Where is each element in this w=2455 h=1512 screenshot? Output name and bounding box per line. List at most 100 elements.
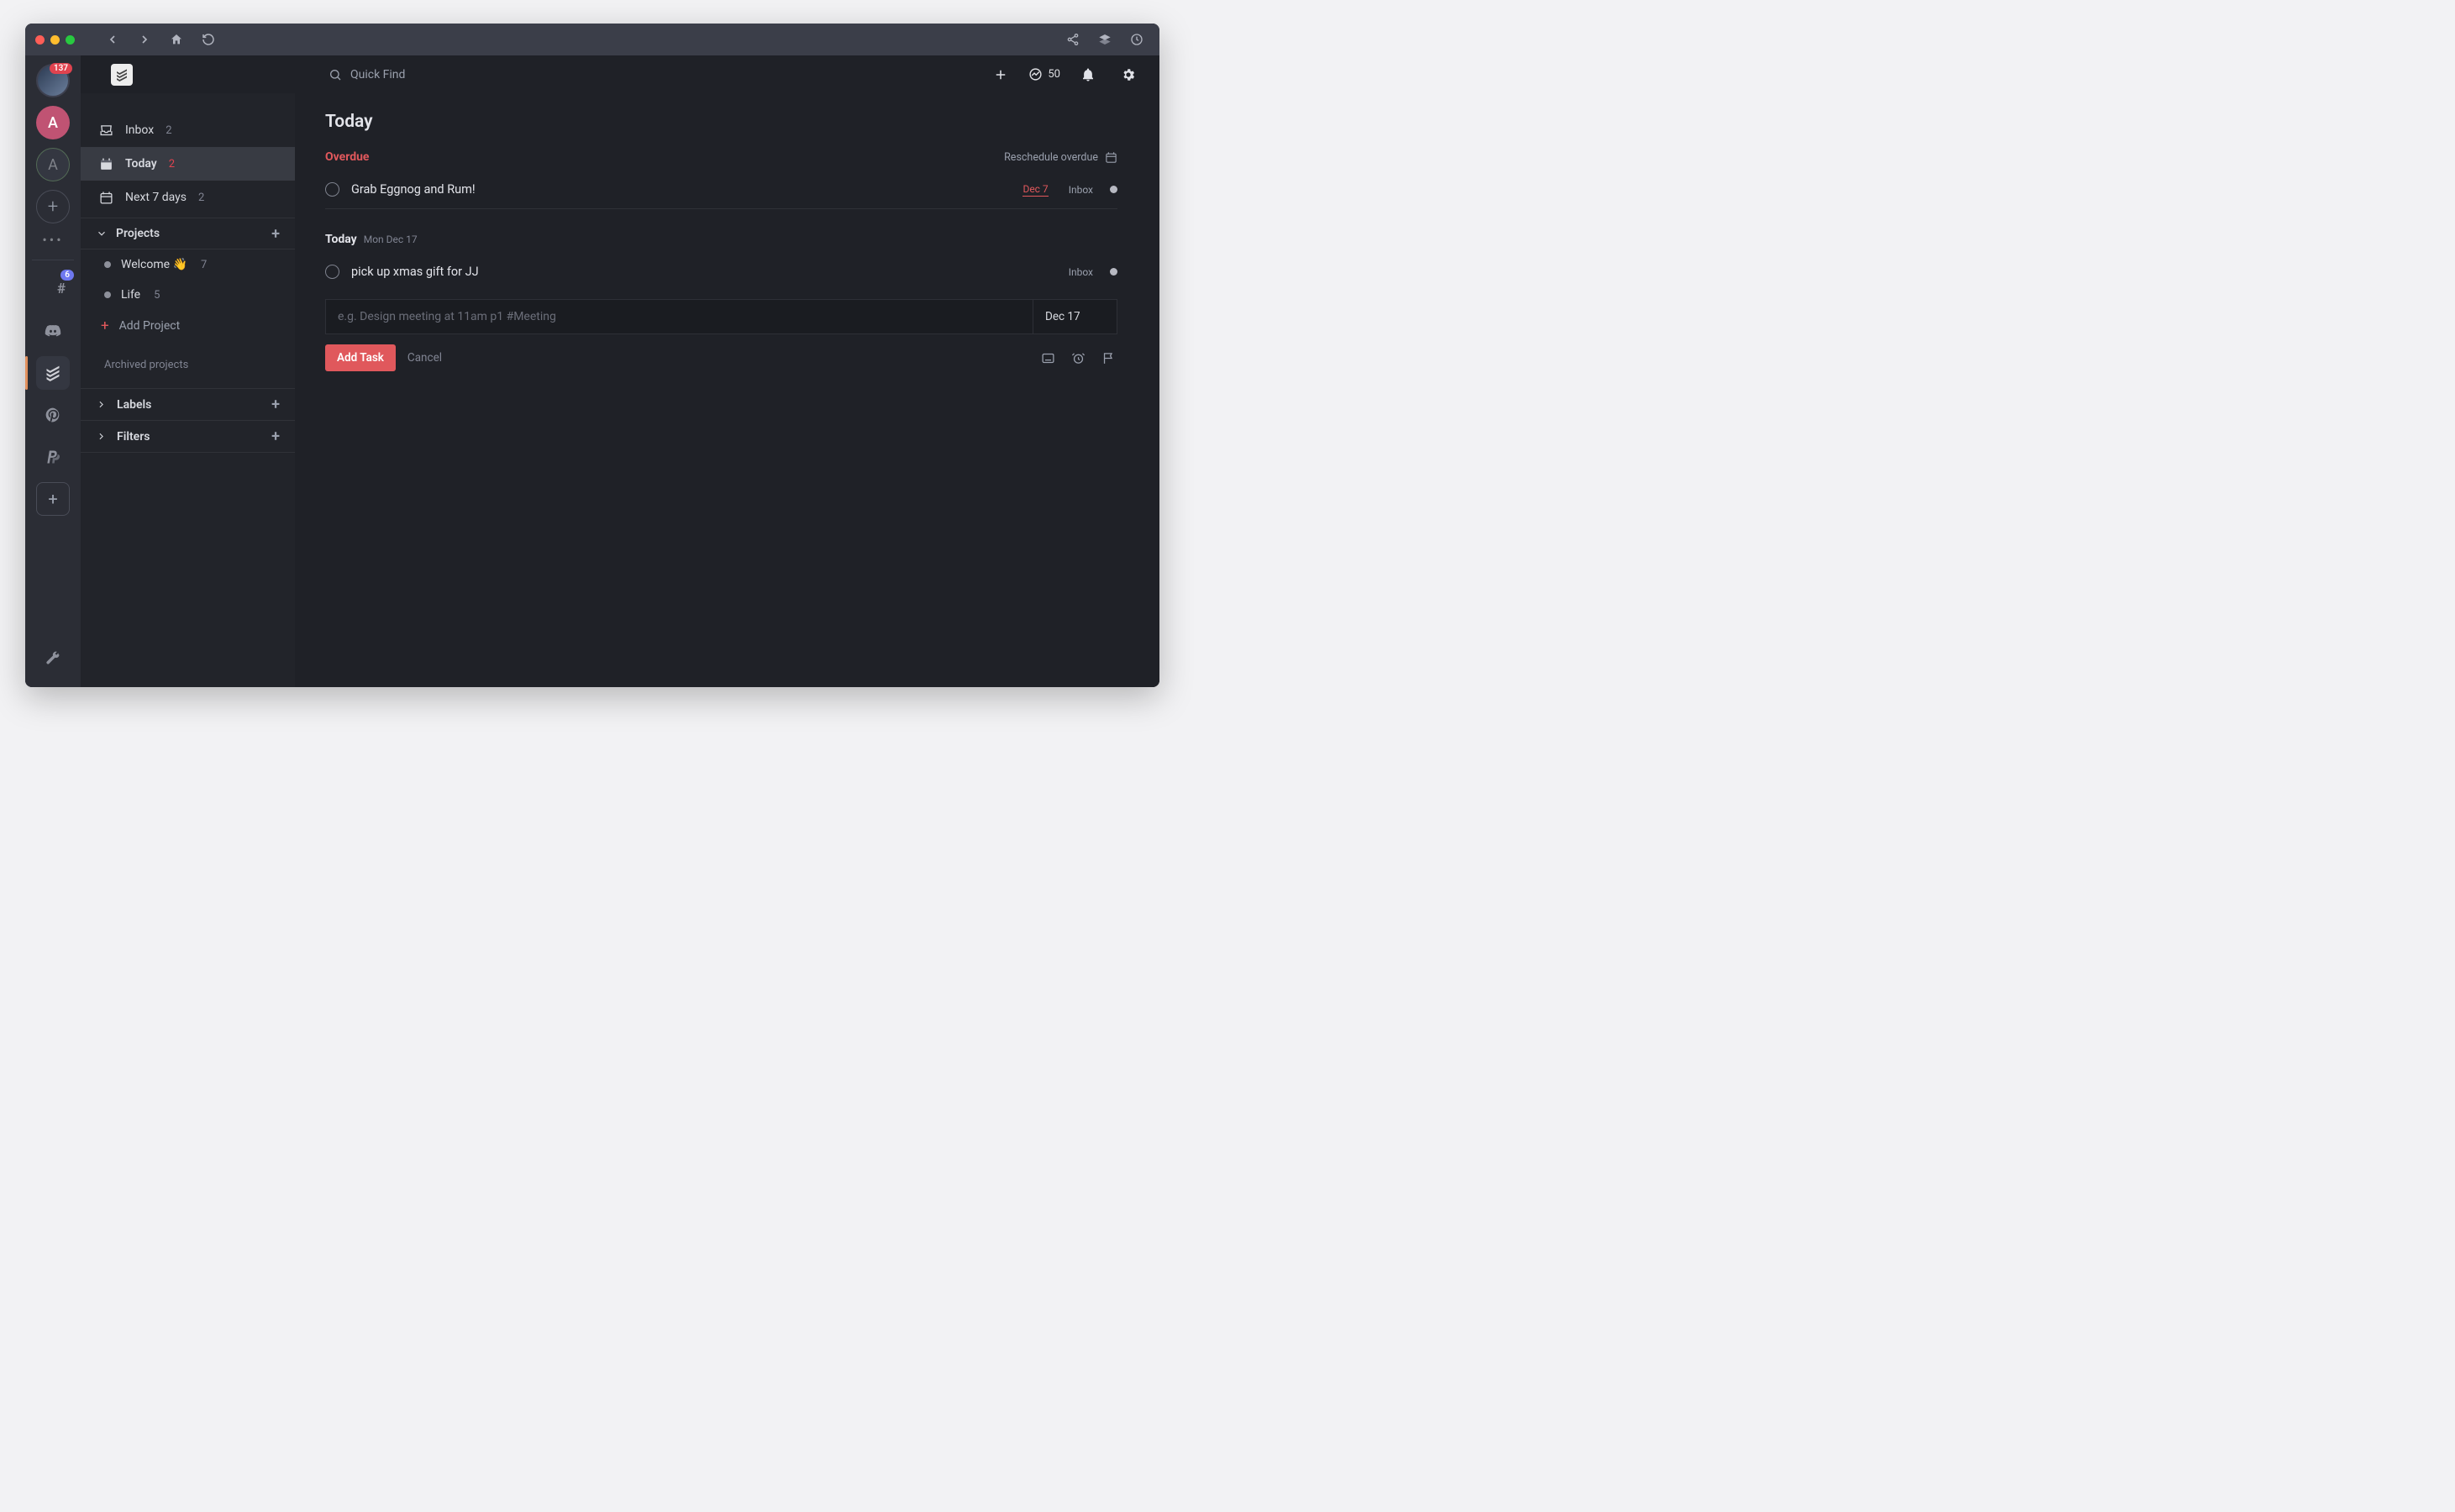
workspace-avatar-1[interactable]: 137 — [36, 64, 70, 97]
calendar-icon — [1105, 151, 1117, 164]
minimize-window-icon[interactable] — [50, 35, 60, 45]
chevron-right-icon — [96, 431, 107, 442]
quick-add-task-box: Dec 17 — [325, 299, 1117, 334]
sidebar-section-filters[interactable]: Filters + — [81, 421, 295, 453]
settings-wrench-icon[interactable] — [36, 642, 70, 675]
app-logo-icon[interactable] — [111, 64, 133, 86]
project-color-dot — [1110, 186, 1117, 193]
calendar-today-icon — [99, 157, 113, 171]
cancel-button[interactable]: Cancel — [407, 351, 442, 365]
reload-button[interactable] — [196, 28, 221, 51]
add-service-button[interactable]: + — [36, 482, 70, 516]
history-button[interactable] — [1124, 28, 1149, 51]
project-name: Life — [121, 288, 140, 302]
page-title: Today — [325, 112, 1117, 132]
stack-button[interactable] — [1092, 28, 1117, 51]
task-project-label[interactable]: Inbox — [1069, 266, 1093, 278]
task-due-date[interactable]: Dec 7 — [1022, 183, 1048, 197]
share-button[interactable] — [1060, 28, 1086, 51]
inbox-icon — [99, 123, 113, 138]
overdue-heading: Overdue — [325, 150, 370, 164]
calendar-week-icon — [99, 191, 113, 205]
close-window-icon[interactable] — [35, 35, 45, 45]
reschedule-overdue-button[interactable]: Reschedule overdue — [1004, 151, 1117, 164]
sidebar-item-next7days[interactable]: Next 7 days 2 — [81, 181, 295, 214]
add-project-label: Add Project — [119, 319, 181, 333]
reminder-icon[interactable] — [1069, 349, 1087, 367]
sidebar-item-today[interactable]: Today 2 — [81, 147, 295, 181]
quick-add-input-wrap — [326, 300, 1033, 333]
sidebar-item-count: 2 — [198, 192, 204, 204]
discord-service-icon[interactable] — [36, 314, 70, 348]
task-project-label[interactable]: Inbox — [1069, 184, 1093, 196]
workspace-avatar-2[interactable]: A — [36, 106, 70, 139]
quick-add-date-button[interactable]: Dec 17 — [1033, 300, 1117, 333]
project-picker-icon[interactable] — [1038, 349, 1057, 367]
project-count: 7 — [201, 259, 207, 271]
projects-header-label: Projects — [116, 227, 160, 240]
add-project-button[interactable]: + Add Project — [81, 310, 295, 342]
window-controls — [35, 35, 75, 45]
archived-projects-link[interactable]: Archived projects — [81, 342, 295, 389]
notifications-button[interactable] — [1075, 62, 1101, 87]
project-color-dot — [104, 291, 111, 298]
chevron-right-icon — [96, 399, 107, 410]
hash-badge-count: 6 — [60, 270, 74, 281]
quick-add-date-label: Dec 17 — [1045, 310, 1080, 323]
todoist-service-icon[interactable] — [36, 356, 70, 390]
main-panel: Today Overdue Reschedule overdue Grab Eg… — [295, 93, 1159, 687]
app-content: Quick Find 50 Inbox 2 — [81, 55, 1159, 687]
titlebar — [25, 24, 1159, 55]
settings-gear-button[interactable] — [1116, 62, 1141, 87]
search-placeholder: Quick Find — [350, 68, 405, 81]
chevron-down-icon — [96, 228, 108, 239]
today-heading: Today — [325, 233, 357, 246]
project-item-welcome[interactable]: Welcome 👋 7 — [81, 249, 295, 280]
maximize-window-icon[interactable] — [66, 35, 75, 45]
sidebar-item-inbox[interactable]: Inbox 2 — [81, 113, 295, 147]
add-label-plus-icon[interactable]: + — [271, 396, 280, 413]
sidebar-section-labels[interactable]: Labels + — [81, 389, 295, 421]
task-checkbox[interactable] — [325, 265, 339, 279]
add-project-plus-icon[interactable]: + — [271, 225, 280, 243]
quick-add-task-button[interactable] — [988, 62, 1013, 87]
more-workspaces-icon[interactable]: ••• — [42, 232, 63, 248]
nav-back-button[interactable] — [100, 28, 125, 51]
project-color-dot — [104, 261, 111, 268]
quick-add-input[interactable] — [338, 310, 1021, 323]
app-window: 137 A A + ••• # 6 — [25, 24, 1159, 687]
karma-points: 50 — [1048, 68, 1060, 81]
filters-header-label: Filters — [117, 430, 150, 444]
sidebar-section-projects[interactable]: Projects + — [81, 218, 295, 249]
task-checkbox[interactable] — [325, 182, 339, 197]
workspace-badge-count: 137 — [50, 63, 72, 74]
hashtag-service-icon[interactable]: # 6 — [36, 272, 70, 306]
today-date-label: Mon Dec 17 — [364, 234, 418, 245]
task-row[interactable]: Grab Eggnog and Rum! Dec 7 Inbox — [325, 176, 1117, 209]
workspace-rail: 137 A A + ••• # 6 — [25, 55, 81, 687]
workspace-avatar-3[interactable]: A — [36, 148, 70, 181]
add-task-button[interactable]: Add Task — [325, 344, 396, 371]
task-row[interactable]: pick up xmas gift for JJ Inbox — [325, 258, 1117, 291]
sidebar-item-label: Next 7 days — [125, 191, 187, 204]
priority-flag-icon[interactable] — [1099, 349, 1117, 367]
nav-forward-button[interactable] — [132, 28, 157, 51]
archived-label: Archived projects — [104, 359, 188, 371]
labels-header-label: Labels — [117, 398, 151, 412]
plus-icon: + — [101, 318, 109, 334]
paypal-service-icon[interactable] — [36, 440, 70, 474]
home-button[interactable] — [164, 28, 189, 51]
project-name: Welcome 👋 — [121, 258, 187, 271]
sidebar-item-label: Inbox — [125, 123, 154, 137]
project-count: 5 — [154, 289, 160, 302]
project-item-life[interactable]: Life 5 — [81, 280, 295, 310]
pinterest-service-icon[interactable] — [36, 398, 70, 432]
add-filter-plus-icon[interactable]: + — [271, 428, 280, 445]
add-workspace-button[interactable]: + — [36, 190, 70, 223]
sidebar: Inbox 2 Today 2 Next 7 days 2 — [81, 93, 295, 687]
sidebar-item-count: 2 — [169, 158, 175, 171]
search-input[interactable]: Quick Find — [329, 68, 405, 81]
app-topbar: Quick Find 50 — [81, 55, 1159, 93]
karma-score[interactable]: 50 — [1028, 67, 1060, 81]
reschedule-label: Reschedule overdue — [1004, 151, 1098, 164]
